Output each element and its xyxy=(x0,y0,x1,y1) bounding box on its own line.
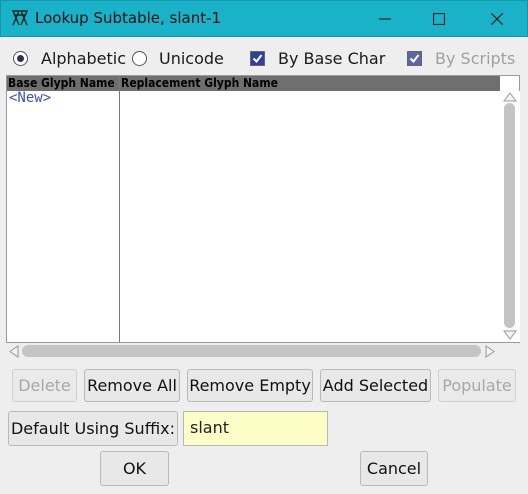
scroll-right-arrow-icon[interactable] xyxy=(485,345,495,358)
horizontal-scrollbar[interactable] xyxy=(6,342,498,360)
populate-button[interactable]: Populate xyxy=(438,369,516,402)
ok-button-label: OK xyxy=(122,459,147,478)
scroll-left-arrow-icon[interactable] xyxy=(9,345,19,358)
cancel-button-label: Cancel xyxy=(366,459,422,478)
ok-button[interactable]: OK xyxy=(100,451,169,486)
delete-button-label: Delete xyxy=(18,376,71,395)
by-base-char-checkbox[interactable]: By Base Char xyxy=(250,47,385,69)
column-divider xyxy=(119,76,120,342)
populate-button-label: Populate xyxy=(442,376,512,395)
maximize-button[interactable] xyxy=(410,1,468,36)
default-using-suffix-label: Default Using Suffix: xyxy=(10,419,176,438)
checkbox-checked-icon xyxy=(407,50,422,66)
vertical-scroll-thumb[interactable] xyxy=(504,103,515,328)
cancel-button[interactable]: Cancel xyxy=(360,451,428,486)
horizontal-scroll-thumb[interactable] xyxy=(22,345,481,357)
table-row-new[interactable]: <New> xyxy=(9,90,51,106)
scroll-up-arrow-icon[interactable] xyxy=(503,92,517,102)
suffix-input[interactable]: slant xyxy=(183,411,328,446)
remove-all-button-label: Remove All xyxy=(87,376,177,395)
add-selected-button[interactable]: Add Selected xyxy=(320,369,431,402)
by-scripts-label: By Scripts xyxy=(435,48,516,68)
remove-all-button[interactable]: Remove All xyxy=(84,369,180,402)
title-bar[interactable]: Lookup Subtable, slant-1 xyxy=(0,0,528,37)
remove-empty-button[interactable]: Remove Empty xyxy=(187,369,313,402)
remove-empty-button-label: Remove Empty xyxy=(189,376,311,395)
alphabetic-label: Alphabetic xyxy=(41,48,127,68)
checkbox-checked-icon xyxy=(250,50,265,66)
column-header-base-glyph[interactable]: Base Glyph Name xyxy=(7,76,119,91)
unicode-radio[interactable]: Unicode xyxy=(132,47,224,69)
maximize-icon xyxy=(433,12,445,25)
default-using-suffix-button[interactable]: Default Using Suffix: xyxy=(8,411,178,446)
vertical-scrollbar[interactable] xyxy=(500,91,520,342)
unicode-label: Unicode xyxy=(159,48,224,68)
fontforge-app-icon xyxy=(11,10,29,26)
scroll-down-arrow-icon[interactable] xyxy=(503,330,517,340)
by-scripts-checkbox[interactable]: By Scripts xyxy=(407,47,515,69)
minimize-button[interactable] xyxy=(356,1,414,36)
window-title: Lookup Subtable, slant-1 xyxy=(35,9,222,27)
radio-checked-icon xyxy=(13,50,28,66)
delete-button[interactable]: Delete xyxy=(12,369,77,402)
close-button[interactable] xyxy=(468,1,526,36)
by-base-char-label: By Base Char xyxy=(278,48,386,68)
alphabetic-radio[interactable]: Alphabetic xyxy=(13,47,126,69)
radio-unchecked-icon xyxy=(132,50,147,66)
add-selected-button-label: Add Selected xyxy=(322,376,429,395)
column-header-replacement-glyph[interactable]: Replacement Glyph Name xyxy=(120,76,500,91)
minimize-icon xyxy=(379,17,391,20)
substitution-table[interactable]: Base Glyph Name Replacement Glyph Name <… xyxy=(6,75,520,343)
close-icon xyxy=(491,12,503,25)
